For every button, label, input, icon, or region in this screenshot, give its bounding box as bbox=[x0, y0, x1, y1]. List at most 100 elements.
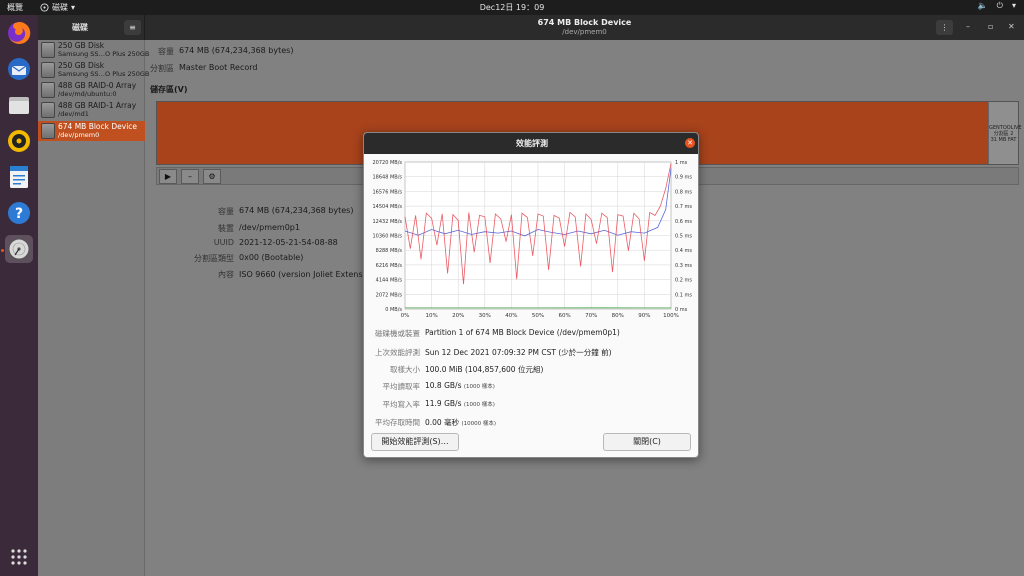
dialog-header: 效能評測 ✕ bbox=[364, 133, 698, 154]
y-right-tick-label: 0.8 ms bbox=[675, 189, 692, 195]
drive-item[interactable]: 488 GB RAID-0 Array /dev/md/ubuntu:0 bbox=[38, 80, 145, 100]
drive-model: Samsung SS…O Plus 250GB bbox=[58, 50, 150, 58]
start-benchmark-button[interactable]: 開始效能評測(S)… bbox=[371, 433, 459, 451]
x-tick-label: 60% bbox=[558, 313, 570, 319]
drive-model: Samsung SS…O Plus 250GB bbox=[58, 70, 150, 78]
drive-name: 250 GB Disk bbox=[58, 41, 105, 50]
close-button[interactable]: ✕ bbox=[1008, 22, 1015, 31]
partition-type-label: 分割區類型 bbox=[194, 254, 234, 263]
read-rate-value-group: 10.8 GB/s (1000 樣本) bbox=[425, 381, 495, 390]
block-device-icon bbox=[41, 123, 55, 139]
hard-disk-icon bbox=[41, 62, 55, 78]
kebab-menu-icon: ⋮ bbox=[940, 23, 949, 32]
folder-icon bbox=[9, 97, 29, 114]
drive-name: 674 MB Block Device bbox=[58, 122, 138, 131]
y-right-tick-label: 0.3 ms bbox=[675, 263, 692, 269]
chevron-down-icon: ▾ bbox=[1011, 1, 1016, 10]
raid-array-icon bbox=[41, 82, 55, 98]
drive-item[interactable]: 488 GB RAID-1 Array /dev/md1 bbox=[38, 100, 145, 120]
dock-files[interactable] bbox=[5, 91, 33, 119]
sample-size-label: 取樣大小 bbox=[390, 365, 420, 374]
sidebar-header: 磁碟 ≡ bbox=[38, 15, 145, 40]
y-left-tick-label: 10360 MB/s bbox=[372, 234, 402, 240]
drive-item-selected[interactable]: 674 MB Block Device /dev/pmem0 bbox=[38, 121, 145, 141]
dialog-close-button[interactable]: ✕ bbox=[685, 138, 695, 148]
y-left-tick-label: 6216 MB/s bbox=[376, 263, 403, 269]
y-right-tick-label: 0.6 ms bbox=[675, 219, 692, 225]
drive-item[interactable]: 250 GB Disk Samsung SS…O Plus 250GB bbox=[38, 60, 149, 80]
partition-size-value: 674 MB (674,234,368 bytes) bbox=[239, 206, 354, 215]
x-tick-label: 100% bbox=[663, 313, 679, 319]
document-icon bbox=[10, 166, 28, 188]
hard-disk-icon bbox=[41, 42, 55, 58]
x-tick-label: 70% bbox=[585, 313, 597, 319]
read-rate-value: 10.8 GB/s bbox=[425, 381, 462, 390]
dialog-title: 效能評測 bbox=[516, 139, 548, 148]
partition-2-size: 31 MB FAT bbox=[990, 137, 1017, 143]
x-tick-label: 10% bbox=[425, 313, 437, 319]
header-bar: 磁碟 ≡ 674 MB Block Device /dev/pmem0 ⋮ – … bbox=[38, 15, 1024, 40]
minimize-icon: – bbox=[966, 22, 970, 31]
dock-disks[interactable] bbox=[5, 235, 33, 263]
y-left-tick-label: 8288 MB/s bbox=[376, 248, 403, 254]
partition-options-button[interactable]: ⚙ bbox=[203, 169, 221, 184]
y-left-tick-label: 2072 MB/s bbox=[376, 292, 403, 298]
top-bar: 概覽 磁碟 ▾ Dec12日 19：09 🔈 ⏻ ▾ bbox=[0, 0, 1024, 15]
mount-button[interactable]: ▶ bbox=[159, 169, 177, 184]
y-right-tick-label: 0.2 ms bbox=[675, 278, 692, 284]
show-applications-icon[interactable] bbox=[10, 548, 28, 566]
device-size-value: 674 MB (674,234,368 bytes) bbox=[179, 46, 294, 55]
thunderbird-icon bbox=[8, 58, 30, 80]
remove-partition-button[interactable]: – bbox=[181, 169, 199, 184]
partition-device-value: /dev/pmem0p1 bbox=[239, 223, 300, 232]
partition-uuid-value: 2021-12-05-21-54-08-88 bbox=[239, 238, 338, 247]
partitioning-label: 分割區 bbox=[150, 64, 174, 73]
drive-model: /dev/md1 bbox=[58, 110, 89, 118]
drive-name: 488 GB RAID-1 Array bbox=[58, 101, 137, 110]
sample-size-value: 100.0 MiB (104,857,600 位元組) bbox=[425, 365, 544, 374]
partition-contents-label: 內容 bbox=[218, 270, 234, 279]
x-tick-label: 40% bbox=[505, 313, 517, 319]
partition-uuid-label: UUID bbox=[213, 238, 234, 247]
y-right-tick-label: 0.7 ms bbox=[675, 204, 692, 210]
maximize-icon: ▫ bbox=[988, 22, 994, 31]
window-title: 674 MB Block Device bbox=[537, 18, 632, 27]
y-left-tick-label: 14504 MB/s bbox=[372, 204, 402, 210]
y-left-tick-label: 4144 MB/s bbox=[376, 278, 403, 284]
volumes-heading: 儲存區(V) bbox=[150, 85, 188, 94]
close-icon: ✕ bbox=[1008, 22, 1015, 31]
read-rate-samples: (1000 樣本) bbox=[463, 384, 495, 390]
drive-model: /dev/md/ubuntu:0 bbox=[58, 90, 117, 98]
access-time-value-group: 0.00 毫秒 (10000 樣本) bbox=[425, 417, 496, 428]
x-tick-label: 80% bbox=[612, 313, 624, 319]
benchmark-dialog: 效能評測 ✕ 0% 10% 20% 30% 40% 50% 60% 70% 80% 90% 100%… bbox=[363, 132, 699, 458]
dock-thunderbird[interactable] bbox=[5, 55, 33, 83]
menu-button[interactable]: ≡ bbox=[124, 20, 141, 35]
minus-icon: – bbox=[188, 172, 192, 181]
close-icon: ✕ bbox=[687, 139, 693, 147]
write-rate-label: 平均寫入率 bbox=[382, 400, 421, 409]
dock-writer[interactable] bbox=[5, 163, 33, 191]
clock[interactable]: Dec12日 19：09 bbox=[0, 2, 1024, 13]
drive-options-button[interactable]: ⋮ bbox=[936, 20, 953, 35]
system-tray[interactable]: 🔈 ⏻ ▾ bbox=[978, 1, 1016, 11]
drive-item[interactable]: 250 GB Disk Samsung SS…O Plus 250GB bbox=[38, 40, 149, 60]
y-left-tick-label: 20720 MB/s bbox=[372, 160, 402, 166]
y-right-tick-label: 0 ms bbox=[675, 307, 688, 313]
y-left-tick-label: 12432 MB/s bbox=[372, 219, 402, 225]
dock-firefox[interactable] bbox=[5, 19, 33, 47]
partition-size-label: 容量 bbox=[218, 207, 234, 216]
sidebar-title: 磁碟 bbox=[72, 23, 88, 32]
partition-type-value: 0x00 (Bootable) bbox=[239, 253, 304, 262]
volume-partition-2[interactable]: GENTOOLIVE 分割區 2 31 MB FAT bbox=[988, 102, 1022, 164]
maximize-button[interactable]: ▫ bbox=[988, 22, 993, 31]
minimize-button[interactable]: – bbox=[966, 22, 970, 31]
drive-name: 488 GB RAID-0 Array bbox=[58, 81, 137, 90]
last-benchmark-value: Sun 12 Dec 2021 07:09:32 PM CST (少於一分鐘 前… bbox=[425, 348, 612, 357]
dock-rhythmbox[interactable] bbox=[5, 127, 33, 155]
hamburger-icon: ≡ bbox=[129, 23, 136, 32]
close-dialog-button[interactable]: 關閉(C) bbox=[603, 433, 691, 451]
help-icon: ? bbox=[8, 202, 30, 224]
dock-help[interactable]: ? bbox=[5, 199, 33, 227]
read-rate-label: 平均讀取率 bbox=[382, 382, 421, 391]
